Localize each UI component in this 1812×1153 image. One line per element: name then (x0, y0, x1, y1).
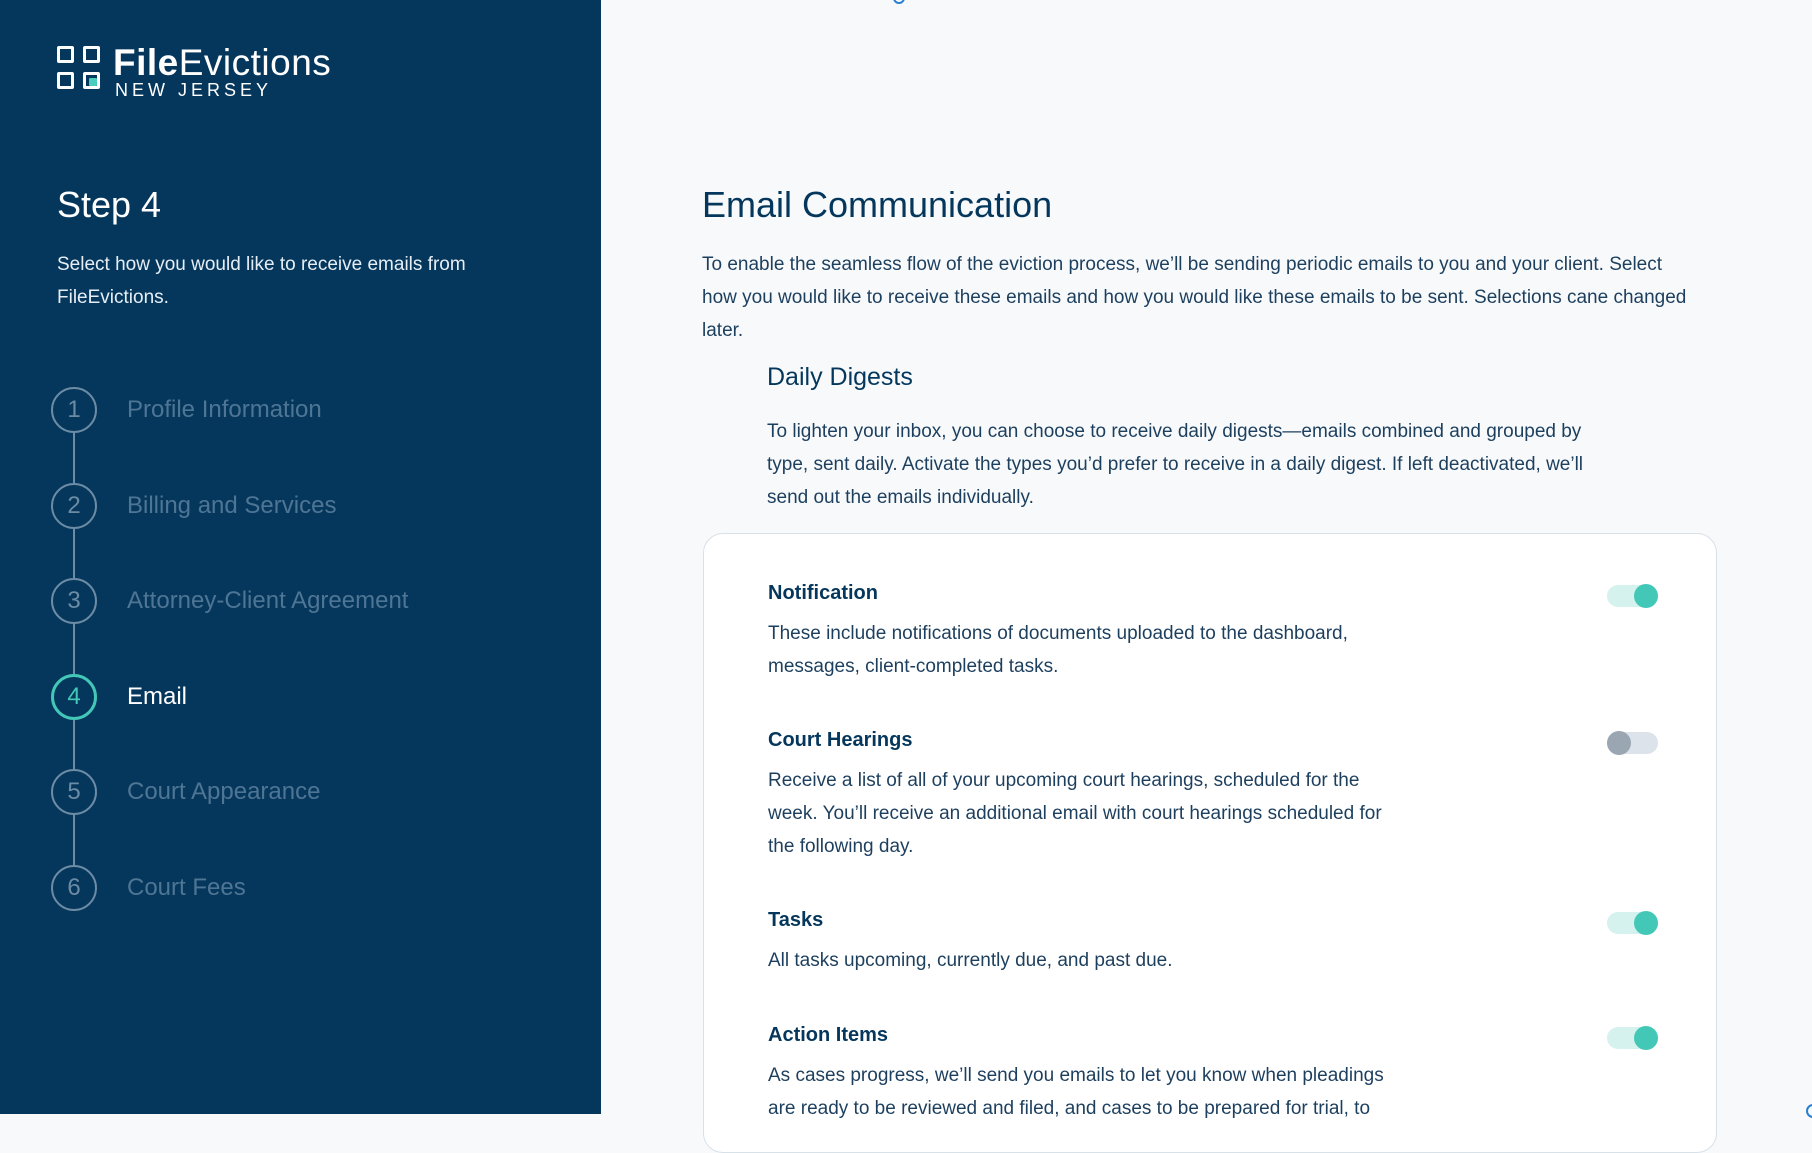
intro-text: To enable the seamless flow of the evict… (702, 254, 1687, 341)
option-court-hearings: Court Hearings Receive a list of all of … (768, 729, 1658, 863)
option-action-items: Action Items As cases progress, we’ll se… (768, 1024, 1658, 1125)
step-item-profile-information[interactable]: 1 Profile Information (51, 387, 408, 483)
logo-region: NEW JERSEY (115, 80, 273, 100)
help-bubble-icon[interactable] (1806, 1104, 1812, 1118)
step-list: 1 Profile Information 2 Billing and Serv… (51, 387, 408, 961)
logo-title-bold: File (113, 42, 179, 83)
step-item-billing-and-services[interactable]: 2 Billing and Services (51, 482, 408, 579)
option-title: Court Hearings (768, 729, 913, 751)
court-hearings-toggle[interactable] (1607, 731, 1658, 755)
notification-toggle[interactable] (1607, 584, 1658, 608)
toggle-knob (1607, 731, 1631, 755)
step-number-circle: 3 (51, 578, 97, 625)
tasks-toggle[interactable] (1607, 911, 1658, 935)
step-label: Profile Information (127, 396, 322, 423)
step-number-circle: 1 (51, 387, 97, 433)
option-description: Receive a list of all of your upcoming c… (768, 770, 1382, 857)
option-description: All tasks upcoming, currently due, and p… (768, 950, 1173, 971)
step-connector (73, 528, 75, 579)
option-title: Notification (768, 582, 878, 604)
step-label: Billing and Services (127, 491, 337, 519)
option-notification: Notification These include notifications… (768, 582, 1658, 683)
step-connector (73, 624, 75, 675)
digest-options-card: Notification These include notifications… (703, 533, 1717, 1153)
step-connector (73, 719, 75, 770)
logo-mark-icon (57, 44, 103, 92)
logo-text: FileEvictions NEW JERSEY (113, 44, 331, 99)
toggle-knob (1634, 911, 1658, 935)
step-connector (73, 815, 75, 866)
action-items-toggle[interactable] (1607, 1026, 1658, 1050)
step-description: Select how you would like to receive ema… (57, 254, 466, 308)
step-label: Email (127, 682, 188, 710)
step-connector (73, 433, 75, 483)
logo-title-regular: Evictions (178, 42, 332, 83)
step-item-attorney-client-agreement[interactable]: 3 Attorney-Client Agreement (51, 578, 409, 675)
step-item-court-fees[interactable]: 6 Court Fees (51, 864, 408, 961)
step-label: Attorney-Client Agreement (127, 587, 409, 615)
step-number-circle: 6 (51, 864, 97, 911)
scroll-indicator-icon (893, 0, 905, 4)
step-item-email[interactable]: 4 Email (51, 673, 408, 770)
toggle-knob (1634, 1026, 1658, 1050)
step-label: Court Appearance (127, 778, 321, 806)
option-description: These include notifications of documents… (768, 623, 1348, 677)
option-title: Action Items (768, 1024, 889, 1046)
step-item-court-appearance[interactable]: 5 Court Appearance (51, 769, 408, 866)
step-title: Step 4 (57, 184, 162, 225)
section-title: Daily Digests (767, 363, 913, 391)
option-description: As cases progress, we’ll send you emails… (768, 1065, 1384, 1119)
step-label: Court Fees (127, 873, 246, 901)
option-title: Tasks (768, 909, 824, 931)
logo-title: FileEvictions (113, 44, 331, 81)
step-number-circle: 2 (51, 482, 97, 529)
toggle-knob (1634, 584, 1658, 608)
section-description: To lighten your inbox, you can choose to… (767, 421, 1584, 508)
sidebar: FileEvictions NEW JERSEY Step 4 Select h… (0, 0, 601, 1114)
step-number-circle: 5 (51, 769, 97, 816)
step-number-circle: 4 (51, 673, 97, 720)
page-title: Email Communication (702, 184, 1053, 225)
brand-logo[interactable]: FileEvictions NEW JERSEY (57, 44, 331, 99)
option-tasks: Tasks All tasks upcoming, currently due,… (768, 909, 1658, 977)
main-content: Email Communication To enable the seamle… (601, 0, 1812, 1153)
